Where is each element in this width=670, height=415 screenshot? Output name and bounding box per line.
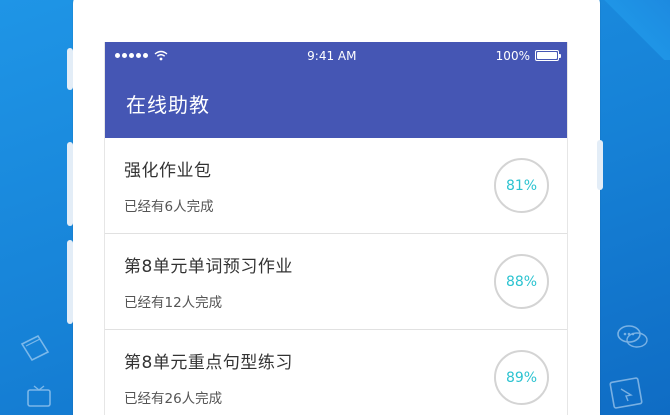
assignment-text: 第8单元重点句型练习 已经有26人完成	[124, 348, 293, 407]
signal-group	[115, 50, 168, 61]
assignment-item[interactable]: 强化作业包 已经有6人完成 81%	[105, 138, 567, 234]
wifi-icon	[154, 50, 168, 61]
status-time: 9:41 AM	[307, 48, 357, 63]
page-title: 在线助教	[126, 93, 210, 117]
completion-count: 已经有12人完成	[124, 295, 223, 311]
completion-count: 已经有26人完成	[124, 391, 223, 407]
battery-icon	[534, 50, 561, 61]
device-side-tab	[597, 140, 603, 190]
completion-ring: 89%	[494, 350, 549, 405]
completion-ring: 81%	[494, 158, 549, 213]
assignment-title: 第8单元单词预习作业	[124, 257, 293, 277]
book-icon	[20, 334, 50, 362]
assignment-title: 第8单元重点句型练习	[124, 353, 293, 373]
completion-percent: 88%	[505, 273, 538, 290]
assignment-list: 强化作业包 已经有6人完成 81% 第8单元单词预习作业 已经有12人完成 88…	[105, 138, 567, 415]
cursor-screen-icon	[609, 377, 643, 409]
assignment-text: 第8单元单词预习作业 已经有12人完成	[124, 252, 293, 311]
completion-percent: 89%	[505, 369, 538, 386]
battery-group: 100%	[495, 48, 561, 63]
assignment-title: 强化作业包	[124, 161, 212, 181]
assignment-item[interactable]: 第8单元重点句型练习 已经有26人完成 89%	[105, 330, 567, 415]
assignment-item[interactable]: 第8单元单词预习作业 已经有12人完成 88%	[105, 234, 567, 330]
status-bar: 9:41 AM 100%	[105, 42, 567, 69]
device-side-tab	[67, 48, 73, 90]
page-fold-decoration	[600, 0, 670, 60]
cellular-signal-icon	[115, 53, 148, 58]
device-side-tab	[67, 240, 73, 324]
completion-percent: 81%	[505, 177, 538, 194]
device-side-tab	[67, 142, 73, 226]
tv-icon	[27, 385, 51, 407]
chat-bubbles-icon	[617, 325, 648, 348]
completion-ring: 88%	[494, 254, 549, 309]
completion-count: 已经有6人完成	[124, 199, 214, 215]
assignment-text: 强化作业包 已经有6人完成	[124, 156, 214, 215]
phone-screen: 9:41 AM 100% 在线助教 强化作业包 已经有6人完成 81% 第8单元…	[104, 42, 568, 415]
battery-percent: 100%	[495, 48, 530, 63]
nav-bar: 在线助教	[105, 69, 567, 138]
